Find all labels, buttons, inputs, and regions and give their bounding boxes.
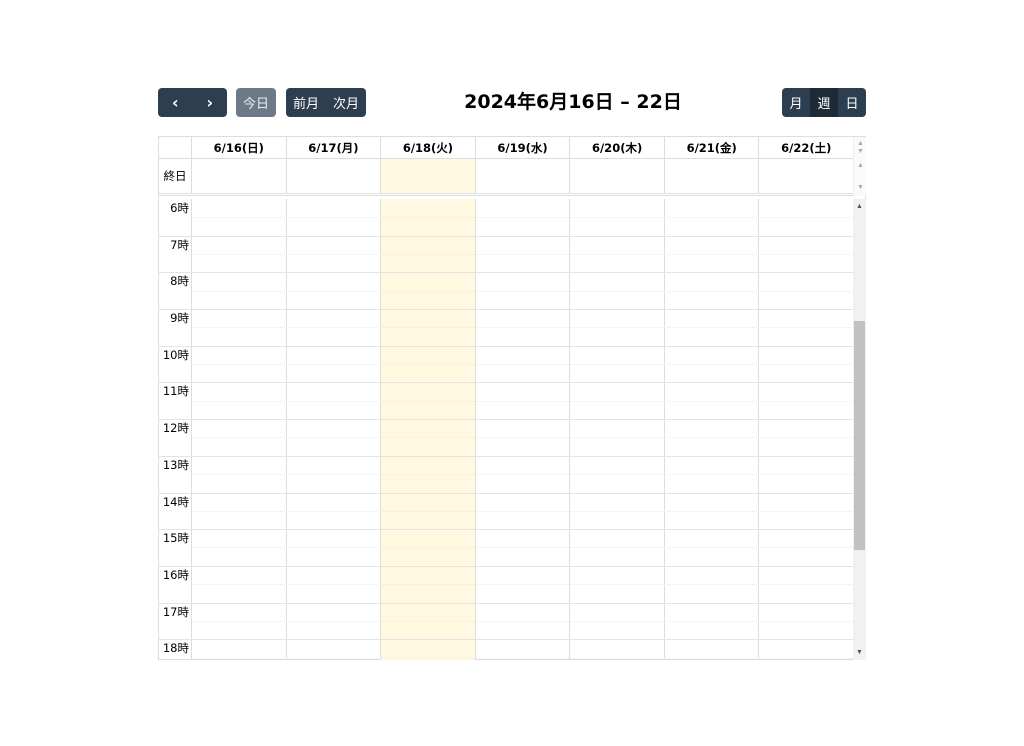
hour-label: 15時	[162, 531, 189, 546]
day-header[interactable]: 6/20(木)	[570, 137, 665, 158]
scrollbar-thumb[interactable]	[854, 321, 865, 550]
hour-label: 7時	[170, 237, 189, 252]
allday-label: 終日	[159, 159, 192, 193]
month-view-button[interactable]: 月	[782, 88, 810, 117]
hour-row: 7時	[159, 235, 853, 273]
hour-label: 8時	[170, 274, 189, 289]
calendar-toolbar: ‹ › 今日 前月 次月 2024年6月16日 – 22日 月 週 日	[158, 88, 866, 117]
allday-cell[interactable]	[665, 159, 760, 193]
hour-row: 15時	[159, 529, 853, 566]
hour-row: 14時	[159, 492, 853, 530]
prev-next-group: ‹ ›	[158, 88, 227, 117]
calendar-title: 2024年6月16日 – 22日	[464, 91, 682, 113]
day-header[interactable]: 6/18(火)	[381, 137, 476, 158]
allday-cell[interactable]	[476, 159, 571, 193]
day-header[interactable]: 6/16(日)	[192, 137, 287, 158]
day-header[interactable]: 6/19(水)	[476, 137, 571, 158]
allday-row: 終日	[159, 159, 853, 196]
scroll-down-arrow-icon[interactable]: ▼	[854, 147, 867, 156]
hour-row: 8時	[159, 272, 853, 309]
month-nav-group: 前月 次月	[286, 88, 366, 117]
allday-cell-today[interactable]	[381, 159, 476, 193]
hour-row: 9時	[159, 309, 853, 346]
hour-row: 16時	[159, 565, 853, 603]
prev-button[interactable]: ‹	[158, 88, 193, 117]
week-calendar: 6/16(日) 6/17(月) 6/18(火) 6/19(水) 6/20(木) …	[158, 136, 866, 660]
hour-label: 9時	[170, 311, 189, 326]
day-view-button[interactable]: 日	[838, 88, 866, 117]
hour-label: 12時	[162, 421, 189, 436]
hour-row: 6時	[159, 199, 853, 236]
allday-cell[interactable]	[192, 159, 287, 193]
day-header[interactable]: 6/22(土)	[759, 137, 853, 158]
prev-month-button[interactable]: 前月	[286, 88, 326, 117]
scroll-down-arrow-icon[interactable]: ▼	[854, 183, 867, 192]
hour-row: 13時	[159, 455, 853, 493]
header-corner	[159, 137, 192, 158]
hour-row: 12時	[159, 419, 853, 456]
hour-label: 13時	[162, 457, 189, 472]
week-view-button[interactable]: 週	[810, 88, 838, 117]
scroll-up-arrow-icon[interactable]: ▲	[854, 161, 867, 170]
day-header[interactable]: 6/17(月)	[287, 137, 382, 158]
allday-scrollbar[interactable]: ▲ ▼ ▲ ▼	[853, 137, 866, 196]
time-grid: 6時 7時 8時 9時 10時 11時 12時 13時 14時 15時 16時 17時 18時	[159, 199, 853, 660]
scroll-down-arrow-icon[interactable]: ▼	[853, 648, 866, 657]
chevron-right-icon: ›	[206, 93, 214, 112]
scroll-up-arrow-icon[interactable]: ▲	[853, 202, 866, 211]
hour-label: 11時	[162, 384, 189, 399]
allday-cell[interactable]	[287, 159, 382, 193]
hour-label: 17時	[162, 604, 189, 619]
next-month-button[interactable]: 次月	[326, 88, 366, 117]
day-header[interactable]: 6/21(金)	[665, 137, 760, 158]
hour-row: 17時	[159, 602, 853, 640]
allday-cell[interactable]	[570, 159, 665, 193]
today-button[interactable]: 今日	[236, 88, 276, 117]
hour-label: 10時	[162, 347, 189, 362]
hour-row: 18時	[159, 639, 853, 660]
day-header-row: 6/16(日) 6/17(月) 6/18(火) 6/19(水) 6/20(木) …	[159, 137, 853, 159]
allday-cell[interactable]	[759, 159, 853, 193]
hour-row: 10時	[159, 345, 853, 383]
hour-label: 14時	[162, 494, 189, 509]
view-switcher: 月 週 日	[782, 88, 866, 117]
hour-row: 11時	[159, 382, 853, 419]
hour-label: 6時	[170, 201, 189, 215]
hour-label: 16時	[162, 567, 189, 582]
hour-rows: 6時 7時 8時 9時 10時 11時 12時 13時 14時 15時 16時 17時 18時	[159, 199, 853, 660]
chevron-left-icon: ‹	[171, 93, 179, 112]
hour-label: 18時	[162, 641, 189, 656]
next-button[interactable]: ›	[192, 88, 227, 117]
time-grid-scrollbar[interactable]: ▲ ▼	[853, 199, 866, 660]
